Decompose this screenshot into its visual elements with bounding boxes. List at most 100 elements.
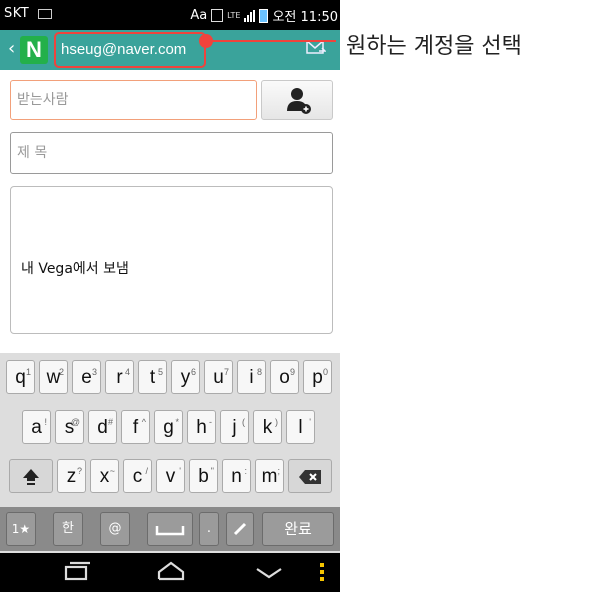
- key-g-label: g: [163, 417, 174, 438]
- recent-apps-icon[interactable]: [62, 561, 92, 583]
- subject-field[interactable]: 제 목: [10, 132, 333, 174]
- space-icon: [155, 526, 185, 536]
- key-e[interactable]: 3e: [72, 360, 101, 394]
- key-g[interactable]: * g: [154, 410, 183, 444]
- account-selector[interactable]: hseug@naver.com: [54, 32, 206, 68]
- key-t-label: t: [149, 367, 156, 388]
- key-x[interactable]: ~ x: [90, 459, 119, 493]
- shift-icon: [23, 469, 39, 485]
- clock: 오전 11:50: [272, 10, 338, 25]
- key-i-secondary: 8: [256, 367, 262, 377]
- phone-screen: SKT Aa LTE 오전 11:50 ‹ N hseug@naver.com …: [0, 0, 340, 592]
- key-c-label: c: [132, 466, 143, 487]
- key-h[interactable]: -h: [187, 410, 216, 444]
- notification-icon: [38, 9, 52, 19]
- key-k[interactable]: ) k: [253, 410, 282, 444]
- key-m-secondary: ;: [277, 466, 280, 476]
- pen-icon: [233, 522, 247, 536]
- key-l[interactable]: ' l: [286, 410, 315, 444]
- hangul-key[interactable]: 한: [53, 512, 83, 546]
- key-a-label: a: [31, 417, 42, 438]
- keyboard-bottom-row: 1★ 한 @ . 완료: [0, 507, 340, 551]
- key-v[interactable]: ' v: [156, 459, 185, 493]
- key-t-secondary: 5: [157, 367, 163, 377]
- key-d[interactable]: # d: [88, 410, 117, 444]
- key-n[interactable]: :n: [222, 459, 251, 493]
- key-o[interactable]: 9o: [270, 360, 299, 394]
- key-d-label: d: [97, 417, 108, 438]
- key-b[interactable]: " b: [189, 459, 218, 493]
- key-z-secondary: ?: [76, 466, 82, 476]
- key-l-secondary: ': [309, 417, 311, 427]
- system-icons: Aa LTE 오전 11:50: [190, 6, 338, 25]
- key-m-label: m: [261, 466, 278, 487]
- key-r-secondary: 4: [124, 367, 130, 377]
- key-u-secondary: 7: [223, 367, 229, 377]
- key-j-secondary: (: [242, 417, 245, 427]
- key-m[interactable]: ; m: [255, 459, 284, 493]
- key-s[interactable]: @ s: [55, 410, 84, 444]
- key-w-secondary: 2: [58, 367, 64, 377]
- key-o-label: o: [279, 367, 290, 388]
- key-j-label: j: [232, 417, 237, 438]
- key-u-label: u: [213, 367, 224, 388]
- key-l-label: l: [298, 417, 303, 438]
- key-u[interactable]: 7u: [204, 360, 233, 394]
- backspace-icon: [299, 470, 321, 484]
- status-bar: SKT Aa LTE 오전 11:50: [0, 0, 340, 30]
- space-key[interactable]: [147, 512, 193, 546]
- menu-icon[interactable]: [320, 563, 324, 584]
- key-z-label: z: [66, 466, 77, 487]
- send-mail-icon[interactable]: [306, 40, 326, 56]
- back-chevron-icon[interactable]: ‹: [8, 40, 15, 58]
- key-n-label: n: [231, 466, 242, 487]
- font-size-indicator: Aa: [190, 8, 208, 23]
- key-p-secondary: 0: [322, 367, 328, 377]
- callout-label: 원하는 계정을 선택: [346, 34, 522, 59]
- hide-keyboard-icon[interactable]: [254, 561, 284, 583]
- naver-logo: N: [20, 36, 48, 64]
- key-e-secondary: 3: [91, 367, 97, 377]
- key-y[interactable]: 6y: [171, 360, 200, 394]
- key-j[interactable]: (j: [220, 410, 249, 444]
- key-t[interactable]: 5t: [138, 360, 167, 394]
- key-o-secondary: 9: [289, 367, 295, 377]
- pen-key[interactable]: [226, 512, 254, 546]
- key-z[interactable]: ? z: [57, 459, 86, 493]
- key-k-secondary: ): [275, 417, 278, 427]
- key-r[interactable]: 4r: [105, 360, 134, 394]
- message-body[interactable]: 내 Vega에서 보냄: [10, 186, 333, 334]
- key-i-label: i: [249, 367, 254, 388]
- to-field[interactable]: 받는사람: [10, 80, 257, 120]
- key-d-secondary: #: [107, 417, 113, 427]
- add-contact-button[interactable]: [261, 80, 333, 120]
- done-key[interactable]: 완료: [262, 512, 334, 546]
- key-v-secondary: ': [179, 466, 181, 476]
- backspace-key[interactable]: [288, 459, 332, 493]
- key-f[interactable]: ^ f: [121, 410, 150, 444]
- key-x-secondary: ~: [109, 466, 115, 476]
- signature-text: 내 Vega에서 보냄: [21, 261, 129, 277]
- home-icon[interactable]: [156, 561, 186, 583]
- key-w[interactable]: 2w: [39, 360, 68, 394]
- key-c[interactable]: / c: [123, 459, 152, 493]
- key-a[interactable]: ! a: [22, 410, 51, 444]
- key-r-label: r: [116, 367, 123, 388]
- shift-key[interactable]: [9, 459, 53, 493]
- key-b-secondary: ": [210, 466, 214, 476]
- period-key[interactable]: .: [199, 512, 219, 546]
- at-key[interactable]: @: [100, 512, 130, 546]
- keyboard: 1q2w3e4r5t6y7u8i9o0p ! a @ s # d ^ f * g - h(j) k ' l …: [0, 353, 340, 553]
- key-f-secondary: ^: [141, 417, 146, 427]
- key-q[interactable]: 1q: [6, 360, 35, 394]
- key-g-secondary: *: [175, 417, 179, 427]
- key-p[interactable]: 0p: [303, 360, 332, 394]
- navigation-bar: [0, 553, 340, 592]
- signal-icon: [244, 9, 256, 22]
- symbols-key[interactable]: 1★: [6, 512, 36, 546]
- app-header: ‹ N hseug@naver.com: [0, 30, 340, 70]
- callout-line: [206, 40, 336, 42]
- screen-icon: [211, 9, 224, 22]
- key-i[interactable]: 8i: [237, 360, 266, 394]
- key-k-label: k: [262, 417, 273, 438]
